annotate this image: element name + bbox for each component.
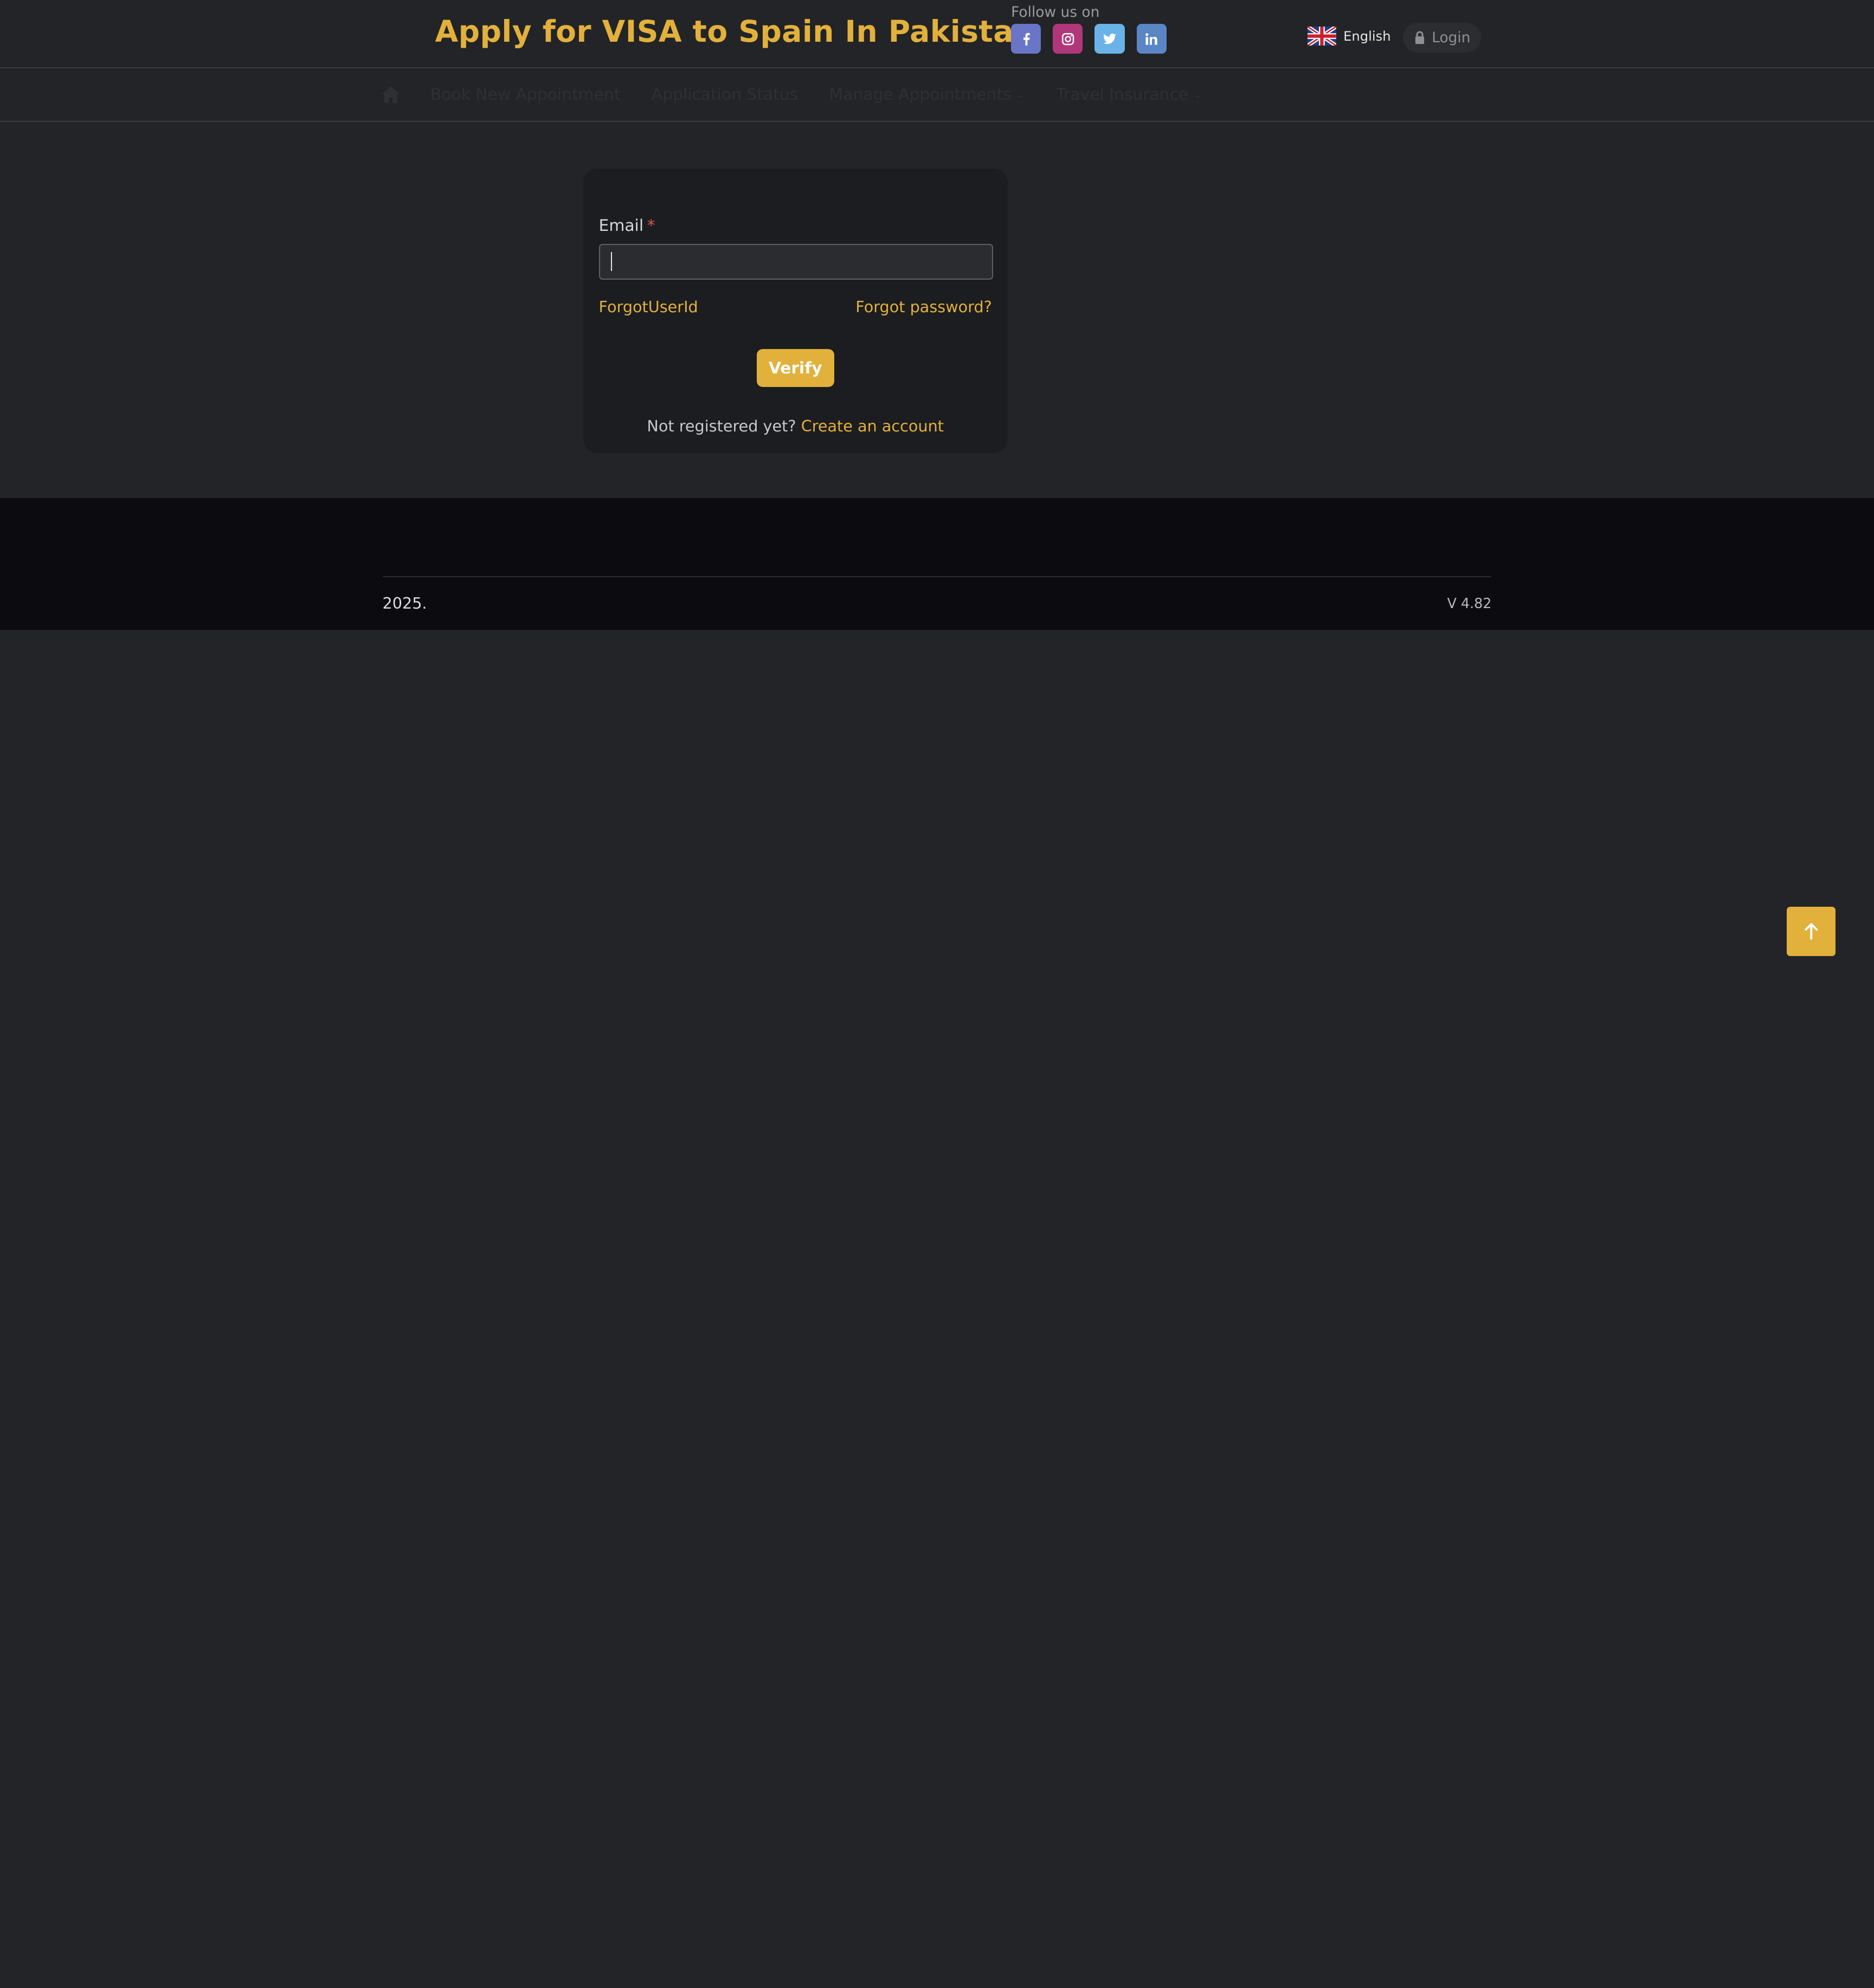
uk-flag-icon <box>1307 26 1336 46</box>
social-follow: Follow us on <box>1011 4 1167 54</box>
email-input[interactable] <box>598 243 994 280</box>
top-header: Apply for VISA to Spain In Pakistan Foll… <box>0 0 1874 68</box>
login-label: Login <box>1432 29 1471 46</box>
required-marker: * <box>647 216 655 236</box>
language-selector[interactable]: English <box>1307 26 1391 46</box>
register-prompt: Not registered yet? Create an account <box>583 417 1008 435</box>
lock-icon <box>1415 31 1425 44</box>
nav-manage-appointments-label: Manage Appointments <box>829 85 1012 104</box>
facebook-link[interactable] <box>1011 24 1041 54</box>
follow-label: Follow us on <box>1011 3 1100 21</box>
nav-book-appointment-label: Book New Appointment <box>430 85 621 104</box>
footer-version: V 4.82 <box>1447 595 1492 611</box>
nav-manage-appointments[interactable]: Manage Appointments ⌄ <box>829 85 1025 104</box>
text-caret <box>610 252 612 272</box>
forgot-password-link[interactable]: Forgot password? <box>855 298 992 316</box>
footer-divider <box>382 576 1492 577</box>
home-icon <box>382 86 400 103</box>
instagram-link[interactable] <box>1053 24 1083 54</box>
footer: 2025. V 4.82 <box>0 498 1874 630</box>
verify-button[interactable]: Verify <box>756 348 834 388</box>
arrow-up-icon <box>1805 923 1818 940</box>
instagram-icon <box>1061 33 1074 45</box>
twitter-icon <box>1103 33 1117 44</box>
twitter-link[interactable] <box>1094 24 1125 54</box>
language-label: English <box>1343 28 1391 44</box>
create-account-link[interactable]: Create an account <box>801 417 944 435</box>
nav-application-status-label: Application Status <box>651 85 798 104</box>
page: Apply for VISA to Spain In Pakistan Foll… <box>0 0 1874 995</box>
chevron-down-icon: ⌄ <box>1016 88 1026 101</box>
email-label-text: Email <box>598 216 644 236</box>
scroll-to-top-button[interactable] <box>1787 907 1836 956</box>
login-button[interactable]: Login <box>1403 22 1482 53</box>
nav-travel-insurance-label: Travel Insurance <box>1056 85 1189 104</box>
forgot-userid-link[interactable]: ForgotUserId <box>599 298 698 316</box>
linkedin-link[interactable] <box>1136 24 1167 54</box>
main-nav: Book New Appointment Application Status … <box>0 68 1874 122</box>
chevron-down-icon: ⌄ <box>1193 88 1202 101</box>
email-label: Email * <box>599 216 655 235</box>
nav-book-appointment[interactable]: Book New Appointment <box>430 85 621 104</box>
site-title: Apply for VISA to Spain In Pakistan <box>435 14 1035 49</box>
linkedin-icon <box>1145 33 1157 45</box>
home-link[interactable] <box>381 85 400 104</box>
facebook-icon <box>1023 33 1030 46</box>
verify-email-card: Email * ForgotUserId Forgot password? Ver… <box>583 168 1008 453</box>
footer-year: 2025. <box>382 593 427 612</box>
social-links <box>1011 24 1167 54</box>
register-prompt-text: Not registered yet? <box>647 417 796 436</box>
nav-travel-insurance[interactable]: Travel Insurance ⌄ <box>1056 85 1202 104</box>
nav-application-status[interactable]: Application Status <box>652 85 798 104</box>
